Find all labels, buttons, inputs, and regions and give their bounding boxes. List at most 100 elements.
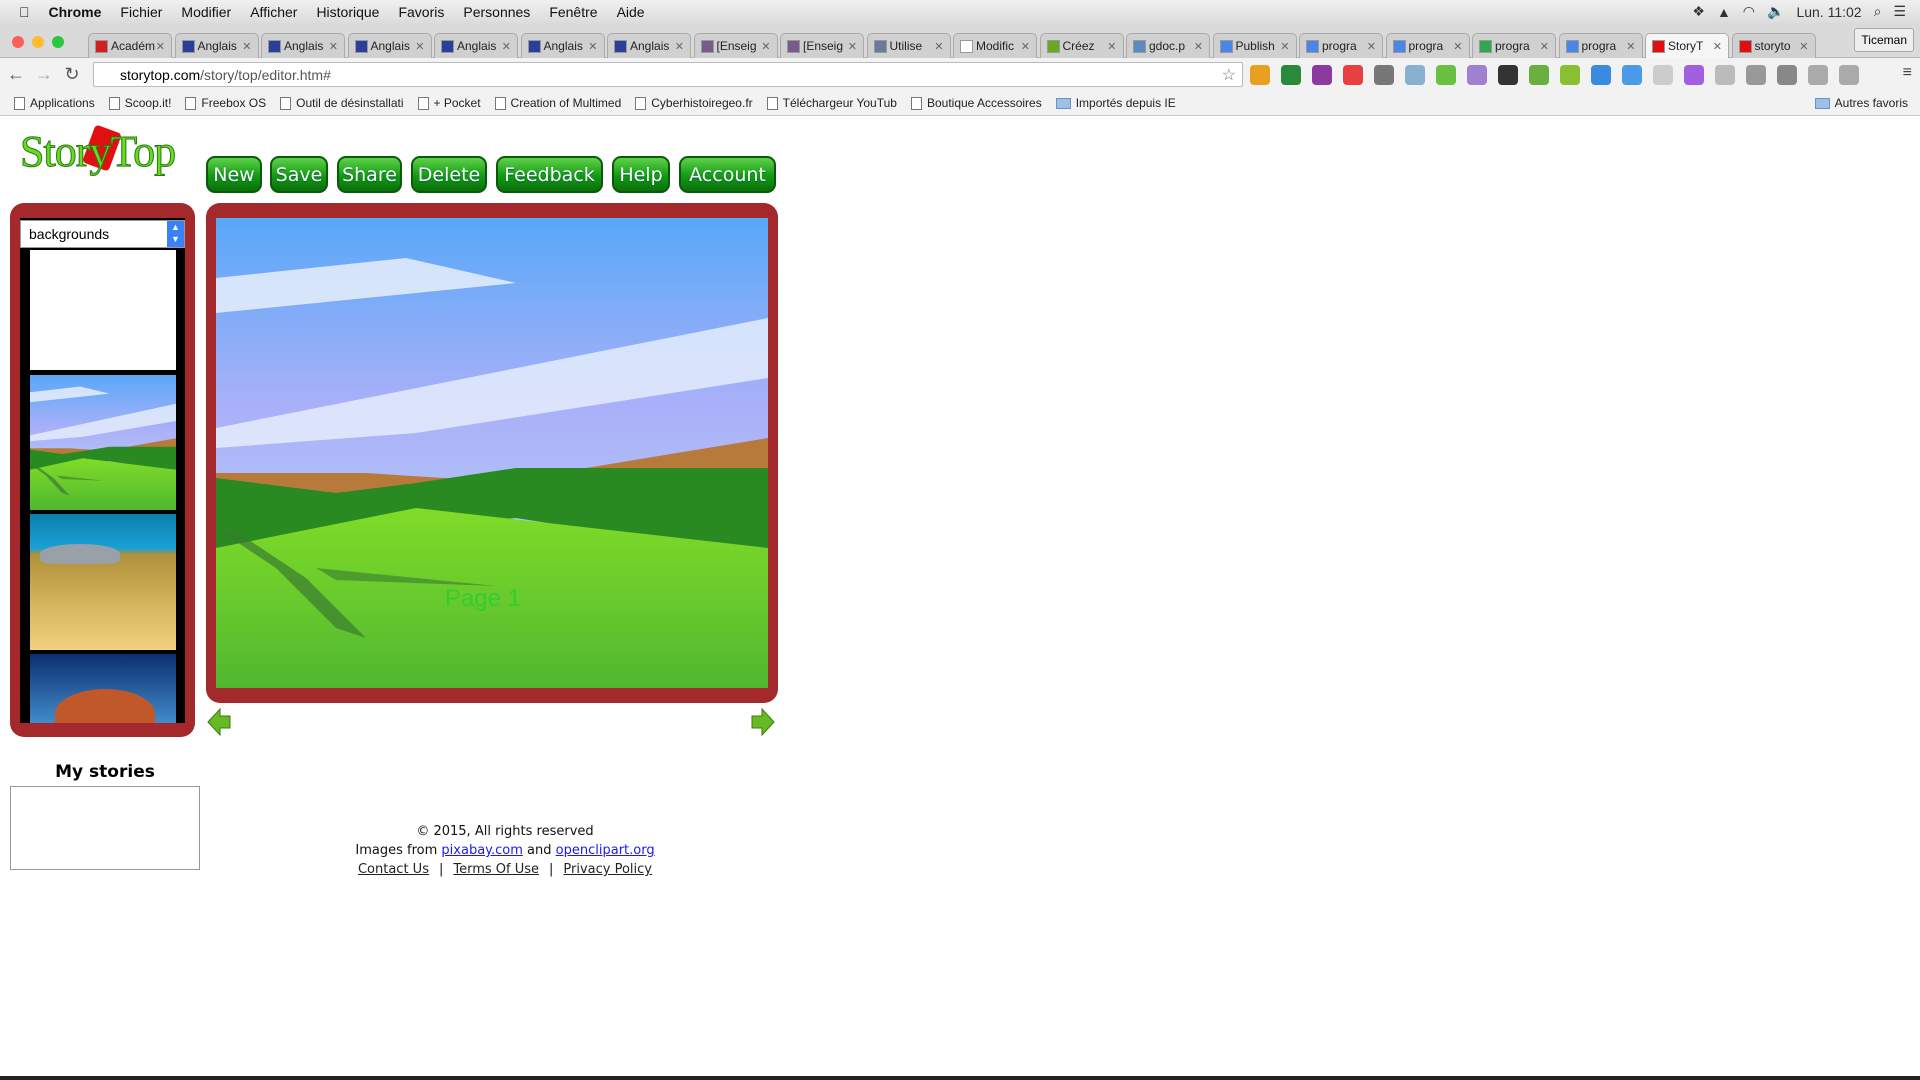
- browser-tab[interactable]: Utilise ✕: [866, 33, 951, 58]
- menu-favoris[interactable]: Favoris: [398, 4, 444, 20]
- extension-icon[interactable]: [1405, 65, 1425, 85]
- extension-icon[interactable]: [1312, 65, 1332, 85]
- maximize-window-icon[interactable]: [52, 36, 64, 48]
- browser-tab[interactable]: Anglais ✕: [607, 33, 691, 58]
- storytop-logo[interactable]: StoryTop: [19, 124, 177, 177]
- delete-button[interactable]: Delete: [411, 156, 487, 193]
- wifi-icon[interactable]: ◠: [1743, 3, 1755, 20]
- tab-close-icon[interactable]: ✕: [502, 40, 511, 53]
- tab-close-icon[interactable]: ✕: [415, 40, 424, 53]
- browser-tab[interactable]: progra ✕: [1558, 33, 1643, 58]
- forward-icon[interactable]: →: [32, 64, 56, 85]
- help-button[interactable]: Help: [612, 156, 670, 193]
- bookmark-item[interactable]: Cyberhistoiregeo.fr: [635, 96, 753, 110]
- browser-tab[interactable]: Modific ✕: [953, 33, 1037, 58]
- menu-fenetre[interactable]: Fenêtre: [549, 4, 597, 20]
- address-bar[interactable]: storytop.com/story/top/editor.htm# ☆: [93, 62, 1243, 87]
- spotlight-icon[interactable]: ⌕: [1874, 3, 1882, 20]
- browser-tab[interactable]: Anglais ✕: [174, 33, 259, 58]
- back-icon[interactable]: ←: [4, 64, 28, 85]
- my-stories-list[interactable]: [10, 786, 200, 870]
- close-window-icon[interactable]: [12, 36, 24, 48]
- next-page-arrow-icon[interactable]: [750, 706, 776, 738]
- tab-close-icon[interactable]: ✕: [156, 40, 165, 53]
- tab-close-icon[interactable]: ✕: [934, 40, 943, 53]
- browser-tab[interactable]: Publish ✕: [1212, 33, 1297, 58]
- extension-icon[interactable]: [1622, 65, 1642, 85]
- extension-icon[interactable]: [1281, 65, 1301, 85]
- tab-close-icon[interactable]: ✕: [242, 40, 251, 53]
- tab-close-icon[interactable]: ✕: [1453, 40, 1462, 53]
- tab-close-icon[interactable]: ✕: [1280, 40, 1289, 53]
- tab-close-icon[interactable]: ✕: [1194, 40, 1203, 53]
- menu-modifier[interactable]: Modifier: [181, 4, 231, 20]
- extension-icon[interactable]: [1839, 65, 1859, 85]
- browser-tab[interactable]: Académ ✕: [88, 33, 172, 58]
- tab-close-icon[interactable]: ✕: [1540, 40, 1549, 53]
- chrome-menu-icon[interactable]: ≡: [1903, 64, 1912, 82]
- extension-icon[interactable]: [1529, 65, 1549, 85]
- tab-close-icon[interactable]: ✕: [761, 40, 770, 53]
- apple-icon[interactable]: : [19, 4, 30, 20]
- extension-icon[interactable]: [1808, 65, 1828, 85]
- browser-tab[interactable]: progra ✕: [1299, 33, 1383, 58]
- tab-close-icon[interactable]: ✕: [1021, 40, 1030, 53]
- extension-icon[interactable]: [1715, 65, 1735, 85]
- tab-close-icon[interactable]: ✕: [1713, 40, 1722, 53]
- bookmark-autres-favoris[interactable]: Autres favoris: [1814, 96, 1908, 110]
- bookmark-item[interactable]: Outil de désinstallati: [280, 96, 404, 110]
- contact-link[interactable]: Contact Us: [358, 862, 429, 877]
- menu-personnes[interactable]: Personnes: [463, 4, 530, 20]
- asset-list[interactable]: backgrounds ▲ ▼: [20, 218, 185, 723]
- background-thumb-beach[interactable]: [30, 514, 176, 650]
- privacy-link[interactable]: Privacy Policy: [563, 862, 652, 877]
- category-select[interactable]: backgrounds ▲ ▼: [20, 220, 185, 248]
- profile-button[interactable]: Ticeman: [1854, 28, 1914, 52]
- minimize-window-icon[interactable]: [32, 36, 44, 48]
- reload-icon[interactable]: ↻: [60, 64, 84, 85]
- extension-icon[interactable]: [1746, 65, 1766, 85]
- browser-tab[interactable]: StoryT ✕: [1645, 33, 1729, 58]
- tab-close-icon[interactable]: ✕: [588, 40, 597, 53]
- tab-close-icon[interactable]: ✕: [848, 40, 857, 53]
- browser-tab[interactable]: progra ✕: [1385, 33, 1470, 58]
- extension-icon[interactable]: [1498, 65, 1518, 85]
- extension-icon[interactable]: [1343, 65, 1363, 85]
- extension-icon[interactable]: [1684, 65, 1704, 85]
- save-button[interactable]: Save: [270, 156, 328, 193]
- tab-close-icon[interactable]: ✕: [1367, 40, 1376, 53]
- browser-tab[interactable]: Anglais ✕: [434, 33, 518, 58]
- browser-tab[interactable]: Anglais ✕: [347, 33, 432, 58]
- menu-historique[interactable]: Historique: [316, 4, 379, 20]
- extension-icon[interactable]: [1591, 65, 1611, 85]
- pixabay-link[interactable]: pixabay.com: [441, 843, 522, 858]
- extension-icon[interactable]: [1653, 65, 1673, 85]
- bookmark-item[interactable]: Scoop.it!: [108, 96, 171, 110]
- bookmark-item[interactable]: Boutique Accessoires: [910, 96, 1042, 110]
- extension-icon[interactable]: [1436, 65, 1456, 85]
- dropbox-icon[interactable]: ❖: [1692, 3, 1705, 20]
- extension-icon[interactable]: [1560, 65, 1580, 85]
- bookmark-item[interactable]: Importés depuis IE: [1055, 96, 1176, 110]
- share-button[interactable]: Share: [337, 156, 402, 193]
- bookmark-item[interactable]: + Pocket: [417, 96, 481, 110]
- background-thumb-blank[interactable]: [30, 250, 176, 370]
- browser-tab[interactable]: [Enseig ✕: [693, 33, 778, 58]
- story-canvas[interactable]: [216, 218, 768, 688]
- bookmark-item[interactable]: Freebox OS: [185, 96, 266, 110]
- browser-tab[interactable]: [Enseig ✕: [780, 33, 864, 58]
- notification-icon[interactable]: ☰: [1893, 3, 1906, 20]
- menu-app[interactable]: Chrome: [49, 4, 102, 20]
- extension-icon[interactable]: [1467, 65, 1487, 85]
- bookmark-item[interactable]: Applications: [14, 96, 95, 110]
- browser-tab[interactable]: Créez ✕: [1039, 33, 1124, 58]
- tab-close-icon[interactable]: ✕: [1107, 40, 1116, 53]
- new-button[interactable]: New: [206, 156, 262, 193]
- menu-aide[interactable]: Aide: [617, 4, 645, 20]
- bookmark-item[interactable]: Téléchargeur YouTub: [766, 96, 897, 110]
- extension-icon[interactable]: [1250, 65, 1270, 85]
- bookmark-item[interactable]: Creation of Multimed: [494, 96, 621, 110]
- volume-icon[interactable]: 🔈: [1767, 3, 1784, 20]
- tab-close-icon[interactable]: ✕: [329, 40, 338, 53]
- browser-tab[interactable]: Anglais ✕: [520, 33, 605, 58]
